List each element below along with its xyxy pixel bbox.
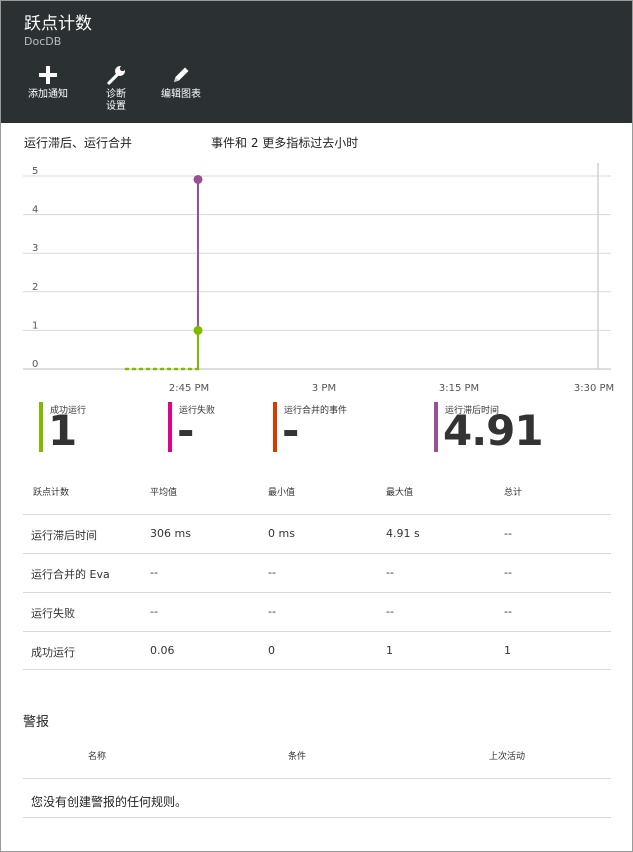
row-total: 1 [504, 644, 511, 657]
tile-value: 4.91 [443, 406, 544, 455]
row-metric: 运行失败 [31, 607, 75, 620]
alerts-header-name: 名称 [88, 752, 107, 762]
tile-value: 1 [48, 406, 77, 455]
tile-successful-runs[interactable]: 成功运行 1 [39, 402, 169, 454]
row-total: -- [504, 527, 512, 540]
row-min: -- [268, 566, 276, 579]
tile-lag-time[interactable]: 运行滞后时间 4.91 [434, 402, 584, 454]
x-tick-label: 3:15 PM [439, 383, 479, 393]
row-total: -- [504, 605, 512, 618]
row-min: -- [268, 605, 276, 618]
row-avg: -- [150, 605, 158, 618]
row-min: 0 [268, 644, 275, 657]
row-max: -- [386, 605, 394, 618]
row-max: 1 [386, 644, 393, 657]
row-max: -- [386, 566, 394, 579]
table-row[interactable]: 运行合并的 Eva -- -- -- -- [23, 553, 611, 592]
row-metric: 运行合并的 Eva [31, 568, 110, 581]
add-alert-button[interactable]: 添加通知 [23, 61, 73, 117]
blade-header: 跃点计数 DocDB 添加通知 诊断 设置 编辑图表 [1, 1, 632, 123]
tile-value: - [177, 406, 194, 455]
table-row[interactable]: 运行滞后时间 306 ms 0 ms 4.91 s -- [23, 514, 611, 553]
x-tick-label: 3:30 PM [574, 383, 614, 393]
y-tick-label: 3 [32, 243, 38, 254]
tile-color-bar [39, 402, 43, 452]
tile-color-bar [434, 402, 438, 452]
plus-icon [39, 66, 57, 84]
alerts-header-condition: 条件 [288, 752, 307, 762]
y-tick-label: 4 [32, 205, 38, 216]
x-tick-label: 3 PM [312, 383, 336, 393]
y-tick-label: 5 [32, 166, 38, 177]
tile-value: - [282, 406, 299, 455]
tile-merged-events[interactable]: 运行合并的事件 - [273, 402, 403, 454]
row-avg: 306 ms [150, 527, 191, 540]
grid-header-min: 最小值 [268, 488, 296, 498]
y-tick-label: 1 [32, 320, 38, 331]
chart-metrics-title: 运行滞后、运行合并 [24, 136, 133, 150]
x-tick-label: 2:45 PM [169, 383, 209, 393]
row-metric: 成功运行 [31, 646, 75, 659]
line-chart[interactable]: 0 1 2 3 4 5 2:45 PM 3 PM 3:15 PM 3:30 PM [1, 153, 633, 393]
row-metric: 运行滞后时间 [31, 529, 97, 542]
add-alert-label: 添加通知 [28, 89, 68, 100]
y-tick-label: 2 [32, 282, 38, 293]
blade-title: 跃点计数 [24, 14, 92, 34]
grid-header-metric: 跃点计数 [33, 488, 70, 498]
alerts-divider [23, 778, 611, 779]
grid-header-total: 总计 [504, 488, 523, 498]
row-min: 0 ms [268, 527, 295, 540]
data-point-successful-runs [193, 325, 203, 335]
data-point-lag-time [193, 174, 203, 184]
row-avg: 0.06 [150, 644, 175, 657]
diagnostics-settings-button[interactable]: 诊断 设置 [94, 61, 138, 117]
diagnostics-settings-label: 诊断 设置 [106, 89, 126, 112]
alerts-title: 警报 [23, 715, 50, 730]
alerts-header-last-active: 上次活动 [489, 752, 526, 762]
table-row[interactable]: 运行失败 -- -- -- -- [23, 592, 611, 631]
edit-chart-button[interactable]: 编辑图表 [157, 61, 205, 117]
edit-chart-label: 编辑图表 [161, 89, 201, 100]
wrench-icon [107, 65, 126, 85]
blade: 跃点计数 DocDB 添加通知 诊断 设置 编辑图表 运行滞后、运行合并 事件和… [0, 0, 633, 852]
chart-time-range[interactable]: 事件和 2 更多指标过去小时 [211, 134, 358, 151]
row-total: -- [504, 566, 512, 579]
alerts-divider [23, 817, 611, 818]
grid-header-avg: 平均值 [150, 488, 178, 498]
alerts-empty-message: 您没有创建警报的任何规则。 [31, 795, 188, 809]
row-avg: -- [150, 566, 158, 579]
pencil-icon [174, 67, 189, 82]
table-row[interactable]: 成功运行 0.06 0 1 1 [23, 631, 611, 670]
grid-header-max: 最大值 [386, 488, 414, 498]
tile-color-bar [168, 402, 172, 452]
tile-color-bar [273, 402, 277, 452]
blade-subtitle: DocDB [24, 35, 62, 48]
y-tick-label: 0 [32, 359, 38, 370]
row-max: 4.91 s [386, 527, 420, 540]
